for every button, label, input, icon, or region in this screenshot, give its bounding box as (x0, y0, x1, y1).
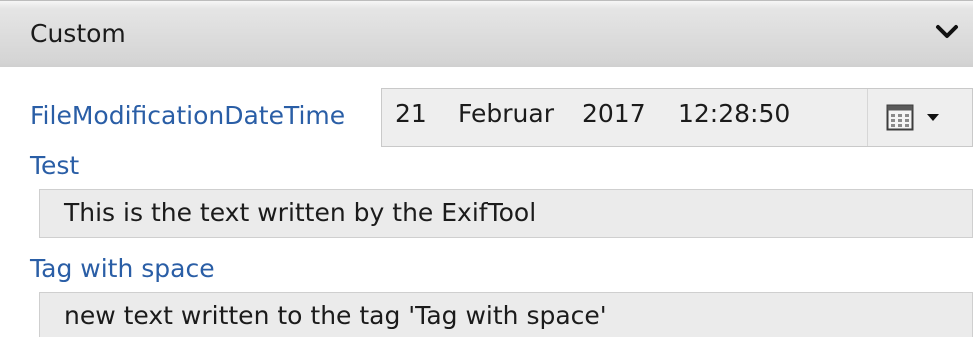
chevron-down-icon[interactable] (935, 23, 959, 41)
calendar-icon (886, 104, 914, 131)
tag-with-space-field[interactable]: new text written to the tag 'Tag with sp… (39, 292, 973, 337)
date-month[interactable]: Februar (458, 99, 554, 129)
test-label: Test (30, 151, 80, 180)
test-field[interactable]: This is the text written by the ExifTool (39, 189, 973, 238)
custom-properties-panel: Custom FileModificationDateTime 21 Febru… (0, 0, 973, 337)
date-time[interactable]: 12:28:50 (678, 99, 790, 129)
date-time-picker[interactable]: 21 Februar 2017 12:28:50 (381, 88, 973, 147)
calendar-dropdown-button[interactable] (868, 89, 973, 146)
section-title: Custom (30, 19, 126, 48)
date-day[interactable]: 21 (395, 99, 427, 129)
tag-with-space-label: Tag with space (30, 254, 215, 283)
tag-with-space-value: new text written to the tag 'Tag with sp… (64, 301, 607, 330)
caret-down-icon (927, 114, 939, 121)
test-value: This is the text written by the ExifTool (64, 198, 537, 227)
section-header[interactable]: Custom (0, 0, 973, 67)
file-modification-label: FileModificationDateTime (30, 101, 346, 130)
date-year[interactable]: 2017 (582, 99, 646, 129)
